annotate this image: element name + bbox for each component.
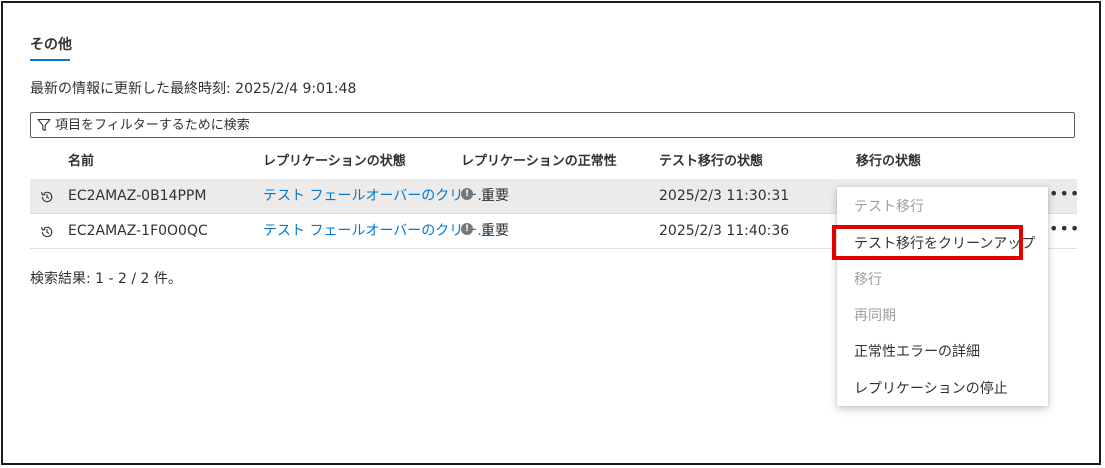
info-icon: ! xyxy=(461,188,473,200)
tab-other[interactable]: その他 xyxy=(30,34,72,54)
column-header-replication-health[interactable]: レプリケーションの正常性 xyxy=(461,150,617,169)
menu-item-test-migration: テスト移行 xyxy=(854,199,924,215)
column-header-name[interactable]: 名前 xyxy=(68,150,94,169)
menu-item-resync: 再同期 xyxy=(854,308,896,324)
row-replication-state-link[interactable]: テスト フェールオーバーのクリー… xyxy=(263,214,491,249)
column-header-test-migration-state[interactable]: テスト移行の状態 xyxy=(659,150,763,169)
menu-item-health-error-details[interactable]: 正常性エラーの詳細 xyxy=(837,334,1048,370)
more-icon[interactable]: ••• xyxy=(1049,179,1080,214)
last-updated-text: 最新の情報に更新した最終時刻: 2025/2/4 9:01:48 xyxy=(30,81,357,97)
history-icon xyxy=(41,191,53,203)
search-results-count: 検索結果: 1 - 2 / 2 件。 xyxy=(30,271,182,287)
filter-icon xyxy=(37,118,51,132)
column-header-migration-state[interactable]: 移行の状態 xyxy=(856,150,921,169)
tab-underline xyxy=(30,59,70,61)
filter-input[interactable] xyxy=(55,117,1074,133)
row-health-label: 重要 xyxy=(481,188,509,204)
row-health: ! 重要 xyxy=(461,214,509,249)
row-test-migration-state: 2025/2/3 11:30:31 xyxy=(659,188,790,204)
history-icon xyxy=(41,226,53,238)
menu-item-migrate: 移行 xyxy=(854,272,882,288)
row-test-migration-state: 2025/2/3 11:40:36 xyxy=(659,223,790,239)
filter-box[interactable] xyxy=(30,112,1075,138)
highlight-box xyxy=(832,225,1023,260)
more-icon[interactable]: ••• xyxy=(1049,214,1080,249)
row-name: EC2AMAZ-0B14PPM xyxy=(68,188,207,204)
row-name: EC2AMAZ-1F0O0QC xyxy=(68,223,208,239)
info-icon: ! xyxy=(461,223,473,235)
context-menu: テスト移行 テスト移行をクリーンアップ 移行 再同期 正常性エラーの詳細 レプリ… xyxy=(837,187,1048,406)
column-header-replication-state[interactable]: レプリケーションの状態 xyxy=(263,150,406,169)
row-replication-state-link[interactable]: テスト フェールオーバーのクリー… xyxy=(263,179,491,214)
row-health-label: 重要 xyxy=(481,223,509,239)
menu-item-stop-replication[interactable]: レプリケーションの停止 xyxy=(837,371,1048,407)
row-health: ! 重要 xyxy=(461,179,509,214)
